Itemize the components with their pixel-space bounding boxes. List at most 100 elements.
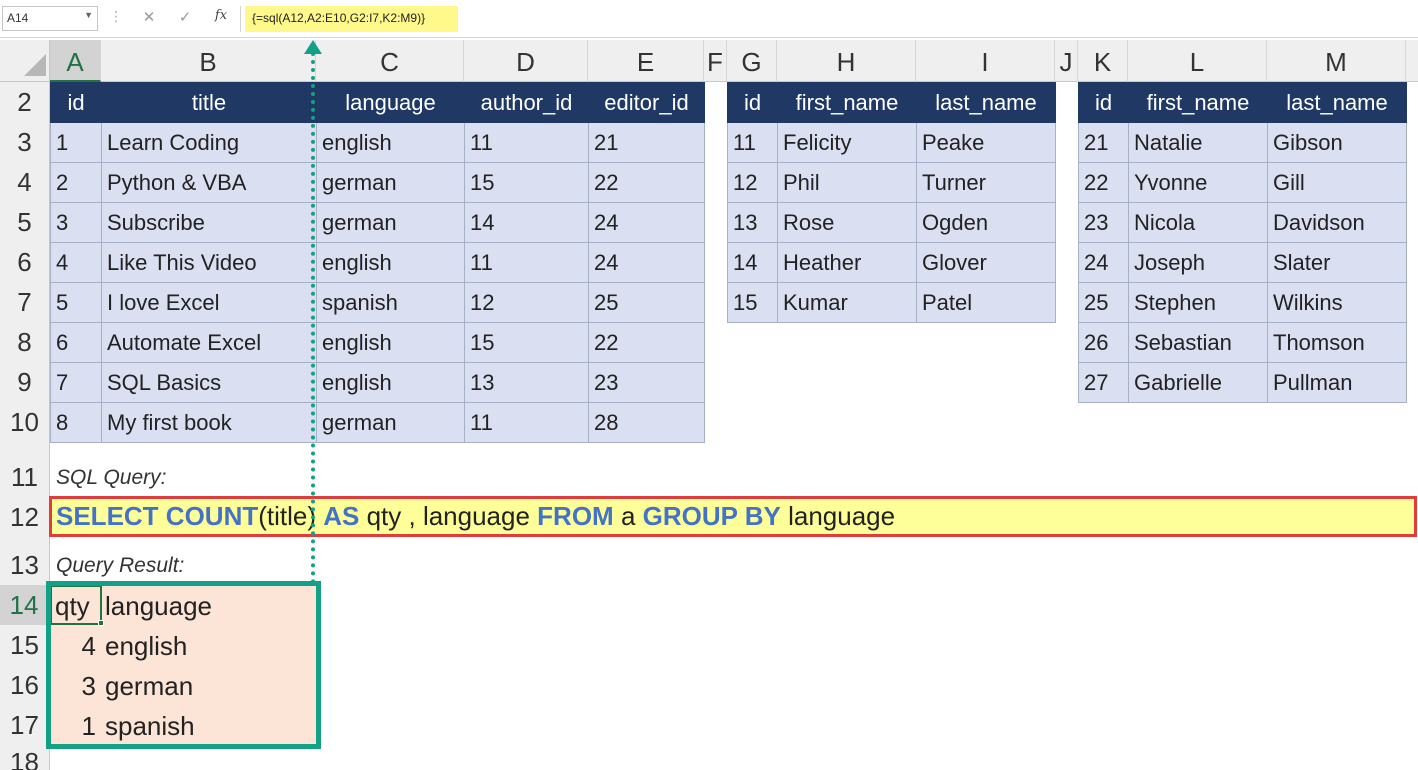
- cell[interactable]: 24: [588, 202, 705, 243]
- row-header-17[interactable]: 17: [0, 705, 50, 745]
- cell[interactable]: I love Excel: [101, 282, 317, 323]
- header-cell[interactable]: title: [101, 82, 317, 123]
- name-box[interactable]: A14 ▼: [2, 6, 98, 31]
- cell[interactable]: 3: [50, 202, 102, 243]
- cell[interactable]: Turner: [916, 162, 1056, 203]
- cell[interactable]: 11: [464, 122, 589, 163]
- column-header-b[interactable]: B: [101, 40, 316, 82]
- cell[interactable]: 6: [50, 322, 102, 363]
- drag-handle-icon[interactable]: ⋮: [106, 8, 126, 30]
- row-header-12[interactable]: 12: [0, 496, 50, 538]
- header-cell[interactable]: id: [727, 82, 778, 123]
- row-header-4[interactable]: 4: [0, 162, 50, 202]
- insert-function-icon[interactable]: fx: [210, 8, 232, 30]
- cell[interactable]: Glover: [916, 242, 1056, 283]
- cell[interactable]: Gill: [1267, 162, 1407, 203]
- cell[interactable]: 14: [464, 202, 589, 243]
- row-header-11[interactable]: 11: [0, 442, 50, 496]
- cell[interactable]: Like This Video: [101, 242, 317, 283]
- cell[interactable]: german: [316, 162, 465, 203]
- cell[interactable]: 13: [464, 362, 589, 403]
- cell[interactable]: 28: [588, 402, 705, 443]
- cell[interactable]: Stephen: [1128, 282, 1268, 323]
- cell[interactable]: Kumar: [777, 282, 917, 323]
- column-header-e[interactable]: E: [588, 40, 704, 82]
- cell[interactable]: 4: [50, 242, 102, 283]
- cell[interactable]: Thomson: [1267, 322, 1407, 363]
- cell[interactable]: spanish: [316, 282, 465, 323]
- row-header-8[interactable]: 8: [0, 322, 50, 362]
- cell[interactable]: Slater: [1267, 242, 1407, 283]
- row-header-2[interactable]: 2: [0, 82, 50, 122]
- cell[interactable]: Automate Excel: [101, 322, 317, 363]
- cell[interactable]: Gabrielle: [1128, 362, 1268, 403]
- row-header-15[interactable]: 15: [0, 625, 50, 665]
- column-header-m[interactable]: M: [1267, 40, 1406, 82]
- cell[interactable]: 2: [50, 162, 102, 203]
- cancel-icon[interactable]: ✕: [138, 8, 160, 30]
- cell[interactable]: My first book: [101, 402, 317, 443]
- column-header-i[interactable]: I: [916, 40, 1055, 82]
- column-header-a[interactable]: A: [50, 40, 101, 82]
- cell[interactable]: Nicola: [1128, 202, 1268, 243]
- cell[interactable]: 12: [727, 162, 778, 203]
- header-cell[interactable]: editor_id: [588, 82, 705, 123]
- cell[interactable]: Gibson: [1267, 122, 1407, 163]
- cell[interactable]: Ogden: [916, 202, 1056, 243]
- cell[interactable]: 26: [1078, 322, 1129, 363]
- column-header-l[interactable]: L: [1128, 40, 1267, 82]
- row-header-18[interactable]: 18: [0, 745, 50, 770]
- row-header-16[interactable]: 16: [0, 665, 50, 705]
- row-header-3[interactable]: 3: [0, 122, 50, 162]
- cell[interactable]: 21: [588, 122, 705, 163]
- cell[interactable]: Davidson: [1267, 202, 1407, 243]
- cell[interactable]: english: [316, 362, 465, 403]
- header-cell[interactable]: author_id: [464, 82, 589, 123]
- cell[interactable]: Subscribe: [101, 202, 317, 243]
- cell[interactable]: german: [316, 402, 465, 443]
- column-header-c[interactable]: C: [316, 40, 464, 82]
- cell[interactable]: 23: [588, 362, 705, 403]
- cell[interactable]: 11: [727, 122, 778, 163]
- cell[interactable]: Patel: [916, 282, 1056, 323]
- cell[interactable]: Yvonne: [1128, 162, 1268, 203]
- row-header-13[interactable]: 13: [0, 538, 50, 585]
- cell[interactable]: 14: [727, 242, 778, 283]
- cell[interactable]: 8: [50, 402, 102, 443]
- cell[interactable]: 24: [588, 242, 705, 283]
- cell[interactable]: 23: [1078, 202, 1129, 243]
- header-cell[interactable]: last_name: [916, 82, 1056, 123]
- formula-input[interactable]: {=sql(A12,A2:E10,G2:I7,K2:M9)}: [245, 6, 458, 32]
- header-cell[interactable]: language: [316, 82, 465, 123]
- cell[interactable]: 21: [1078, 122, 1129, 163]
- header-cell[interactable]: first_name: [1128, 82, 1268, 123]
- cell[interactable]: 22: [588, 322, 705, 363]
- sql-query-text[interactable]: SELECT COUNT(title) AS qty , language FR…: [56, 501, 895, 532]
- cell[interactable]: 15: [727, 282, 778, 323]
- row-header-14[interactable]: 14: [0, 585, 50, 625]
- cell[interactable]: Rose: [777, 202, 917, 243]
- cell[interactable]: 13: [727, 202, 778, 243]
- cell[interactable]: Peake: [916, 122, 1056, 163]
- cell[interactable]: 1: [50, 122, 102, 163]
- cell[interactable]: 7: [50, 362, 102, 403]
- cell[interactable]: 25: [1078, 282, 1129, 323]
- cell[interactable]: english: [316, 122, 465, 163]
- cell[interactable]: 24: [1078, 242, 1129, 283]
- cell[interactable]: Pullman: [1267, 362, 1407, 403]
- header-cell[interactable]: id: [1078, 82, 1129, 123]
- chevron-down-icon[interactable]: ▼: [84, 10, 93, 20]
- cell[interactable]: Phil: [777, 162, 917, 203]
- cell[interactable]: Natalie: [1128, 122, 1268, 163]
- column-header-g[interactable]: G: [727, 40, 777, 82]
- column-header-h[interactable]: H: [777, 40, 916, 82]
- cell[interactable]: german: [316, 202, 465, 243]
- cell[interactable]: 15: [464, 322, 589, 363]
- row-header-5[interactable]: 5: [0, 202, 50, 242]
- cell[interactable]: 12: [464, 282, 589, 323]
- cell[interactable]: 27: [1078, 362, 1129, 403]
- row-header-6[interactable]: 6: [0, 242, 50, 282]
- cell[interactable]: Python & VBA: [101, 162, 317, 203]
- cell[interactable]: 11: [464, 402, 589, 443]
- enter-icon[interactable]: ✓: [174, 8, 196, 30]
